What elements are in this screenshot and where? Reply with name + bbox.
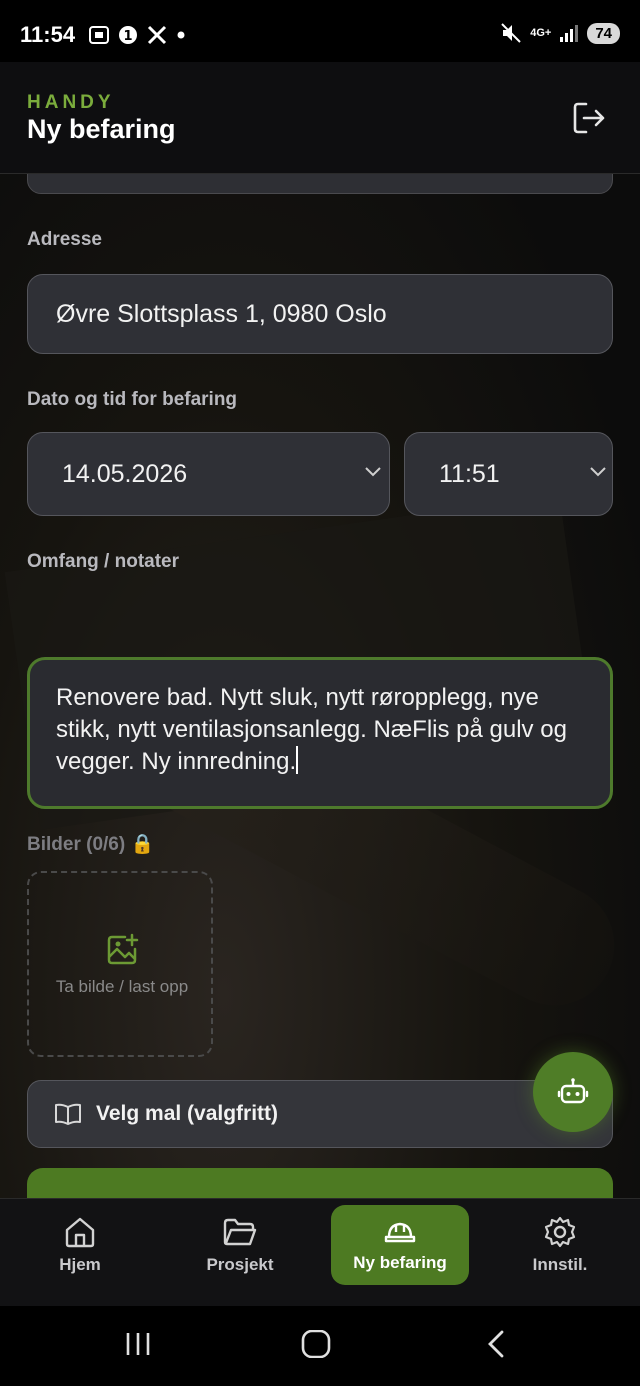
folder-icon <box>223 1218 257 1246</box>
images-label: Bilder (0/6) 🔒 <box>27 834 155 855</box>
time-select[interactable]: 11:51 <box>404 432 613 516</box>
status-system-icons: 4G+ 74 <box>500 22 620 44</box>
mute-icon <box>501 23 521 43</box>
book-icon <box>55 1103 81 1125</box>
chevron-down-icon <box>590 467 606 477</box>
notes-text: Renovere bad. Nytt sluk, nytt røropplegg… <box>56 684 567 775</box>
app-header: HANDY Ny befaring <box>0 62 640 174</box>
tab-new-inspection[interactable]: Ny befaring <box>331 1205 469 1285</box>
svg-text:1: 1 <box>123 29 132 44</box>
template-select-button[interactable]: Velg mal (valgfritt) <box>27 1080 613 1148</box>
upload-hint: Ta bilde / last opp <box>55 977 189 996</box>
robot-icon <box>557 1078 589 1104</box>
recent-apps-icon[interactable] <box>124 1330 152 1358</box>
app-screen: HANDY Ny befaring Adresse Øvre Slottspla… <box>0 62 640 1306</box>
hardhat-icon <box>384 1222 416 1243</box>
datetime-label: Dato og tid for befaring <box>27 389 238 410</box>
status-notification-icons: 1 <box>88 24 186 46</box>
signal-icon <box>560 25 579 42</box>
screenshot-icon <box>89 26 109 44</box>
tab-home[interactable]: Hjem <box>20 1205 140 1285</box>
tab-label: Ny befaring <box>353 1253 447 1272</box>
logout-icon[interactable] <box>570 100 610 136</box>
date-select[interactable]: 14.05.2026 <box>27 432 390 516</box>
tab-label: Innstil. <box>532 1255 588 1274</box>
image-upload-area[interactable]: Ta bilde / last opp <box>27 871 213 1057</box>
template-label: Velg mal (valgfritt) <box>96 1102 279 1125</box>
tab-label: Prosjekt <box>206 1255 274 1274</box>
gear-icon <box>544 1216 576 1248</box>
brand-logo: HANDY <box>27 92 115 113</box>
system-nav-bar <box>0 1306 640 1386</box>
status-time: 11:54 <box>20 22 76 47</box>
back-icon[interactable] <box>484 1330 508 1358</box>
network-type: 4G+ <box>530 26 552 39</box>
home-nav-icon[interactable] <box>301 1330 331 1358</box>
tab-project[interactable]: Prosjekt <box>180 1205 300 1285</box>
home-icon <box>65 1217 95 1248</box>
notes-label: Omfang / notater <box>27 551 180 572</box>
add-image-icon <box>107 933 139 965</box>
battery-level: 74 <box>587 22 620 44</box>
address-label: Adresse <box>27 229 102 250</box>
dot-icon <box>177 31 185 39</box>
tools-icon <box>147 25 167 45</box>
page-title: Ny befaring <box>27 114 176 144</box>
tab-settings[interactable]: Innstil. <box>500 1205 620 1285</box>
text-caret <box>296 746 299 774</box>
bottom-tab-bar: Hjem Prosjekt Ny befaring Innstil. <box>0 1198 640 1306</box>
tab-label: Hjem <box>59 1255 101 1274</box>
assistant-fab[interactable] <box>533 1052 613 1132</box>
date-value: 14.05.2026 <box>62 459 188 488</box>
chevron-down-icon <box>365 467 381 477</box>
form-content: Adresse Øvre Slottsplass 1, 0980 Oslo Da… <box>0 134 640 1254</box>
notification-count-icon: 1 <box>119 26 137 44</box>
time-value: 11:51 <box>439 459 500 488</box>
notes-textarea[interactable]: Renovere bad. Nytt sluk, nytt røropplegg… <box>27 657 613 809</box>
address-input[interactable]: Øvre Slottsplass 1, 0980 Oslo <box>27 274 613 354</box>
